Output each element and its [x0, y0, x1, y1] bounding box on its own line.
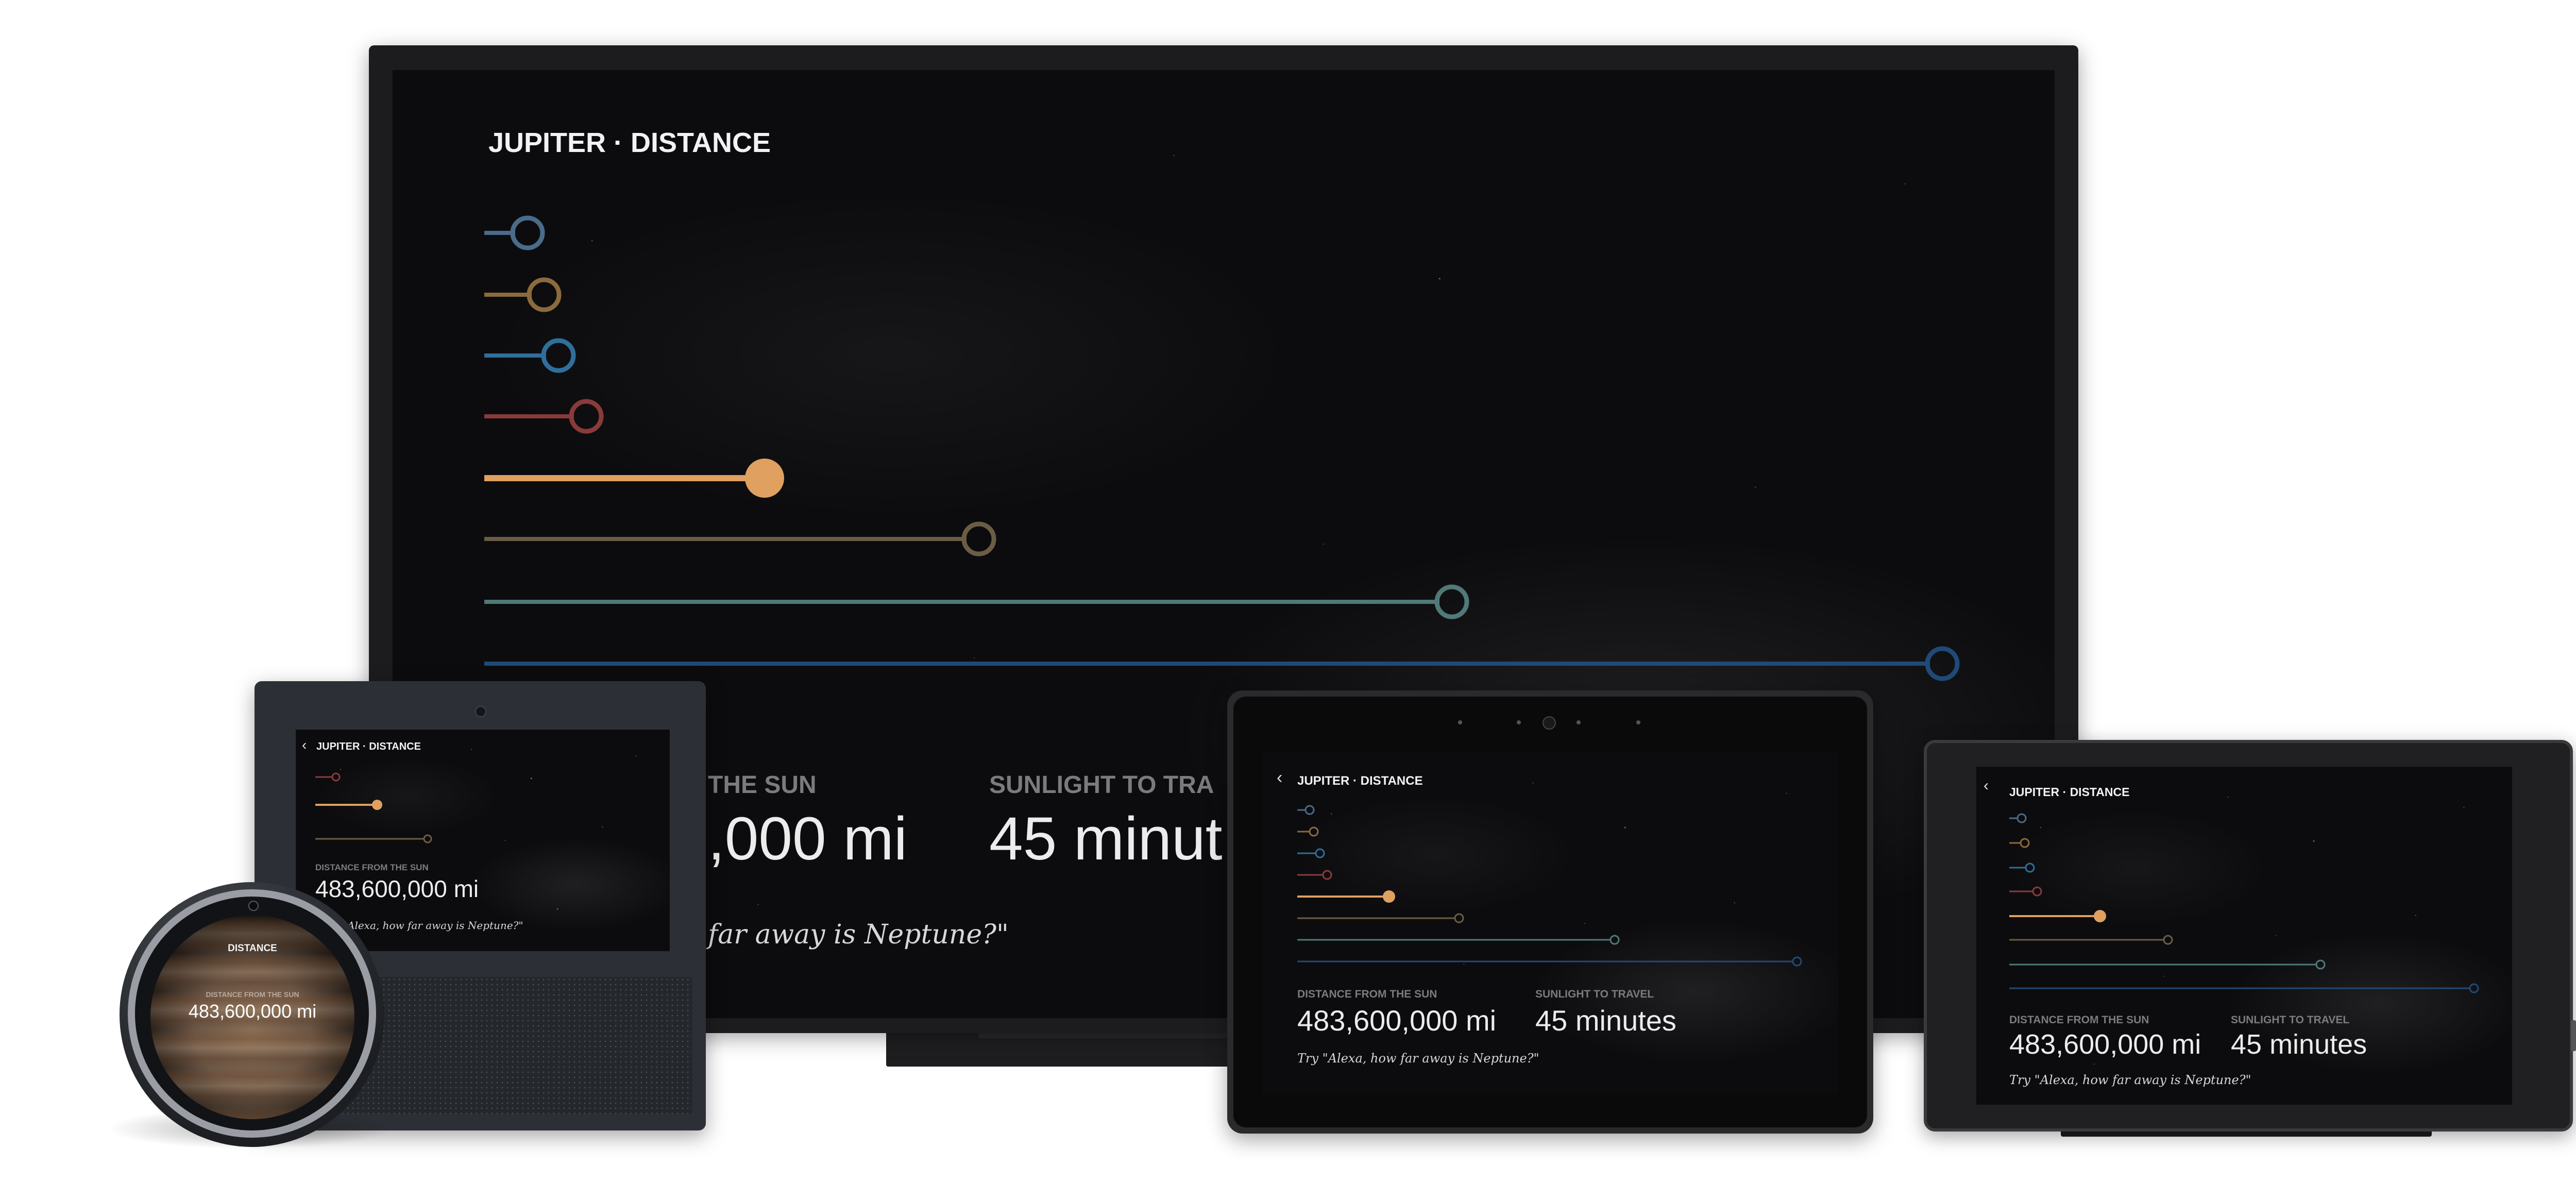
echo-show2-orbit-chart	[1297, 805, 1802, 967]
tablet-orbit-saturn[interactable]	[2009, 935, 2173, 945]
echo-show2-camera-icon	[1543, 716, 1556, 730]
tablet-distance-label: DISTANCE FROM THE SUN	[2009, 1014, 2149, 1026]
tv-orbit-mars[interactable]	[484, 399, 604, 434]
echo-show2-mic-dot	[1636, 720, 1640, 724]
tablet-orbit-mars[interactable]	[2009, 886, 2042, 897]
echo-show2-orbit-mercury[interactable]	[1297, 805, 1315, 815]
tablet-orbit-mercury[interactable]	[2009, 813, 2027, 823]
echo-show-distance-value: 483,600,000 mi	[315, 875, 479, 902]
echo-spot-screen: DISTANCE DISTANCE FROM THE SUN 483,600,0…	[150, 915, 354, 1119]
tablet-orbit-uranus[interactable]	[2009, 959, 2326, 970]
tablet-orbit-earth[interactable]	[2009, 863, 2035, 873]
echo-show2-distance-value: 483,600,000 mi	[1297, 1004, 1497, 1037]
echo-show2-screen: ‹ JUPITER · DISTANCE DISTANCE FROM THE S…	[1262, 752, 1838, 1094]
tv-distance-label: THE SUN	[708, 771, 817, 799]
echo-show2-orbit-saturn[interactable]	[1297, 913, 1464, 923]
tv-voice-hint: far away is Neptune?"	[708, 919, 1009, 950]
echo-show2-orbit-neptune[interactable]	[1297, 956, 1802, 967]
echo-show-orbit-jupiter-selected[interactable]	[315, 800, 382, 810]
tablet-distance-value: 483,600,000 mi	[2009, 1029, 2201, 1060]
echo-show2-orbit-uranus[interactable]	[1297, 935, 1620, 945]
echo-spot-distance-value: 483,600,000 mi	[188, 1001, 317, 1022]
echo-show2-orbit-earth[interactable]	[1297, 848, 1325, 858]
tv-orbit-uranus[interactable]	[484, 584, 1469, 619]
echo-show2-mic-dot	[1458, 720, 1462, 724]
echo-show2-voice-hint: Try "Alexa, how far away is Neptune?"	[1297, 1051, 1539, 1066]
echo-show-screen: ‹ JUPITER · DISTANCE DISTANCE FROM THE S…	[296, 730, 670, 951]
tv-sunlight-value: 45 minut	[989, 805, 1223, 873]
echo-spot-camera-icon	[248, 901, 259, 911]
echo-show-camera-icon	[475, 706, 486, 717]
echo-show2-sunlight-value: 45 minutes	[1535, 1004, 1676, 1037]
tablet-side-button[interactable]	[2571, 1020, 2576, 1051]
echo-show-orbit-chart	[315, 772, 432, 843]
tv-orbit-mercury[interactable]	[484, 215, 545, 250]
tablet-screen: ‹ JUPITER · DISTANCE DISTANCE FROM THE S…	[1976, 767, 2512, 1105]
tablet-orbit-venus[interactable]	[2009, 838, 2030, 848]
tv-orbit-neptune[interactable]	[484, 646, 1960, 681]
echo-show-orbit-mars[interactable]	[315, 772, 341, 782]
echo-spot-page-title: DISTANCE	[228, 943, 277, 954]
tv-orbit-jupiter-selected[interactable]	[484, 459, 784, 498]
tablet-voice-hint: Try "Alexa, how far away is Neptune?"	[2009, 1073, 2251, 1087]
echo-spot-distance-label: DISTANCE FROM THE SUN	[206, 990, 299, 999]
echo-show-voice-hint: Alexa, how far away is Neptune?"	[347, 919, 523, 932]
echo-show2-orbit-venus[interactable]	[1297, 826, 1319, 837]
echo-show2-distance-label: DISTANCE FROM THE SUN	[1297, 988, 1437, 1000]
echo-show-orbit-saturn[interactable]	[315, 834, 432, 843]
echo-show-distance-label: DISTANCE FROM THE SUN	[315, 863, 429, 872]
tv-orbit-venus[interactable]	[484, 277, 562, 312]
tablet-sunlight-value: 45 minutes	[2231, 1029, 2367, 1060]
tablet-sunlight-label: SUNLIGHT TO TRAVEL	[2231, 1014, 2350, 1026]
tv-distance-value: ,000 mi	[708, 805, 907, 873]
echo-show2-orbit-jupiter-selected[interactable]	[1297, 890, 1395, 903]
echo-show2-sunlight-label: SUNLIGHT TO TRAVEL	[1535, 988, 1654, 1000]
tv-orbit-earth[interactable]	[484, 338, 576, 373]
tv-sunlight-label: SUNLIGHT TO TRA	[989, 771, 1214, 799]
echo-show2-mic-dot	[1577, 720, 1581, 724]
echo-show2-mic-dot	[1517, 720, 1521, 724]
tv-orbit-saturn[interactable]	[484, 521, 996, 556]
tablet-orbit-jupiter-selected[interactable]	[2009, 910, 2106, 922]
echo-show2-orbit-mars[interactable]	[1297, 870, 1332, 880]
tablet-orbit-neptune[interactable]	[2009, 983, 2479, 993]
